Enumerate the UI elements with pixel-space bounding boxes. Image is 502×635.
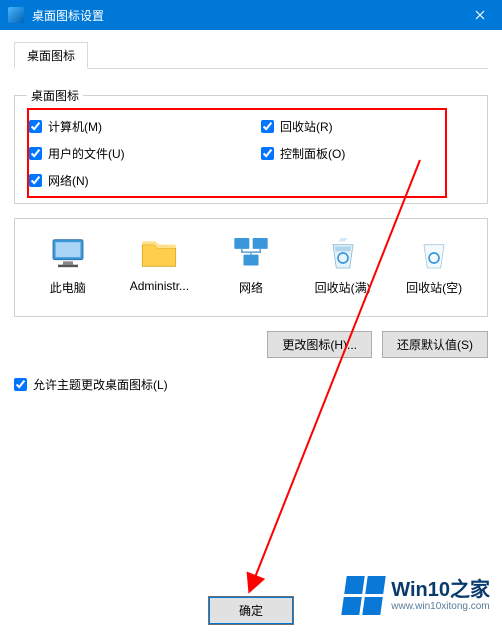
icon-button-row: 更改图标(H)... 还原默认值(S) [14,331,488,358]
checkbox-controlpanel-label: 控制面板(O) [280,145,345,162]
tab-strip: 桌面图标 [14,42,488,69]
icon-this-pc-label: 此电脑 [28,279,108,296]
network-icon [231,233,271,273]
icon-recycle-empty[interactable]: 回收站(空) [394,233,474,296]
recycle-empty-icon [414,233,454,273]
checkbox-recyclebin-input[interactable] [261,120,274,133]
titlebar: 桌面图标设置 [0,0,502,30]
checkbox-computer-input[interactable] [29,120,42,133]
icon-preview-panel: 此电脑 Administr... 网络 回收站(满) 回收站(空) [14,218,488,317]
recycle-full-icon [323,233,363,273]
system-icon [8,7,24,23]
checkbox-allow-theme-input[interactable] [14,378,27,391]
checkbox-allow-theme-label: 允许主题更改桌面图标(L) [33,376,168,393]
checkbox-computer-label: 计算机(M) [48,118,102,135]
group-legend: 桌面图标 [27,87,83,104]
checkbox-userfiles-label: 用户的文件(U) [48,145,125,162]
close-icon [475,10,485,20]
change-icon-button[interactable]: 更改图标(H)... [267,331,372,358]
checkbox-allow-theme[interactable]: 允许主题更改桌面图标(L) [14,376,488,393]
icon-user-folder[interactable]: Administr... [119,233,199,296]
watermark-title: Win10之家 [391,579,490,601]
dialog-content: 桌面图标 桌面图标 计算机(M) 回收站(R) 用户的文件(U) 控制面板(O) [0,30,502,393]
this-pc-icon [48,233,88,273]
icon-network[interactable]: 网络 [211,233,291,296]
icon-this-pc[interactable]: 此电脑 [28,233,108,296]
checkbox-computer[interactable]: 计算机(M) [29,118,241,135]
checkbox-network[interactable]: 网络(N) [29,172,241,189]
icon-user-folder-label: Administr... [119,279,199,293]
checkbox-controlpanel[interactable]: 控制面板(O) [261,145,473,162]
checkbox-network-input[interactable] [29,174,42,187]
icon-network-label: 网络 [211,279,291,296]
restore-default-button[interactable]: 还原默认值(S) [382,331,488,358]
checkbox-recyclebin-label: 回收站(R) [280,118,333,135]
checkbox-controlpanel-input[interactable] [261,147,274,160]
checkbox-recyclebin[interactable]: 回收站(R) [261,118,473,135]
checkbox-userfiles-input[interactable] [29,147,42,160]
window-title: 桌面图标设置 [32,7,457,24]
watermark-url: www.win10xitong.com [391,601,490,612]
icon-recycle-full[interactable]: 回收站(满) [303,233,383,296]
group-desktop-icons: 桌面图标 计算机(M) 回收站(R) 用户的文件(U) 控制面板(O) 网络(N… [14,87,488,204]
tab-desktop-icons[interactable]: 桌面图标 [14,42,88,69]
icon-recycle-empty-label: 回收站(空) [394,279,474,296]
icon-recycle-full-label: 回收站(满) [303,279,383,296]
watermark: Win10之家 www.win10xitong.com [344,576,490,615]
close-button[interactable] [457,0,502,30]
ok-button[interactable]: 确定 [208,596,294,625]
windows-logo-icon [342,576,386,615]
checkbox-grid: 计算机(M) 回收站(R) 用户的文件(U) 控制面板(O) 网络(N) [27,114,475,191]
folder-icon [139,233,179,273]
checkbox-network-label: 网络(N) [48,172,89,189]
checkbox-userfiles[interactable]: 用户的文件(U) [29,145,241,162]
